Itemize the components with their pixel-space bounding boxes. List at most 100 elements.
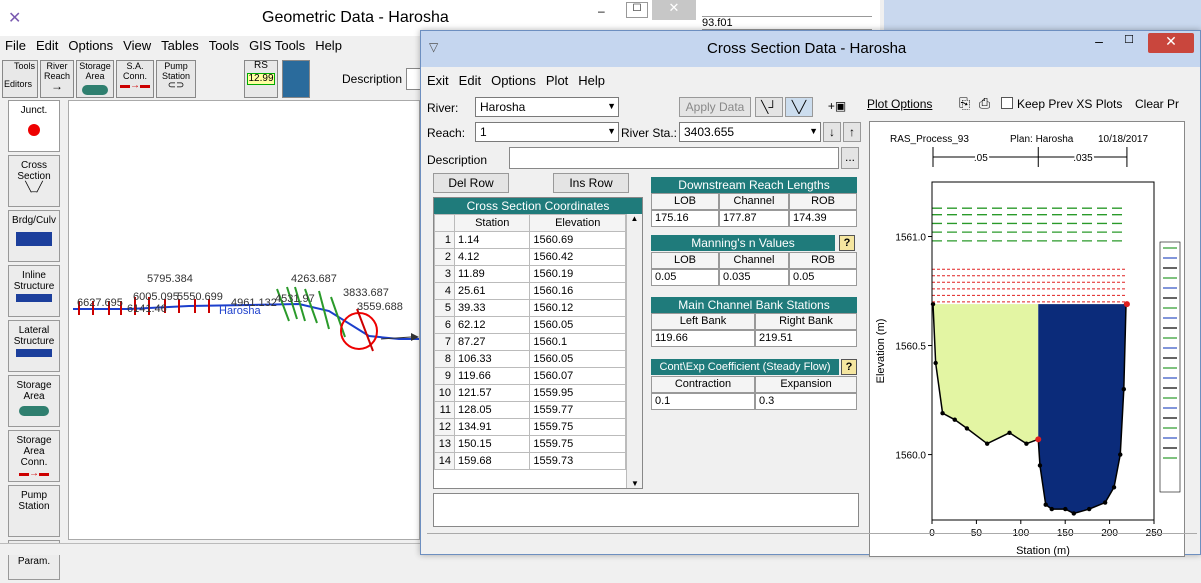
- station-cell[interactable]: 25.61: [453, 282, 531, 300]
- menu-exit[interactable]: Exit: [427, 73, 449, 88]
- elevation-cell[interactable]: 1559.75: [529, 418, 626, 436]
- storage-area-button[interactable]: Storage Area: [76, 60, 114, 98]
- window-menu-icon[interactable]: ▽: [429, 40, 438, 54]
- close-button[interactable]: ✕: [652, 0, 696, 20]
- menu-options[interactable]: Options: [68, 38, 113, 53]
- table-row[interactable]: 8 106.33 1560.05: [434, 350, 626, 368]
- editors-tools-button[interactable]: Tools Editors: [2, 60, 38, 98]
- station-cell[interactable]: 39.33: [453, 299, 531, 317]
- elevation-cell[interactable]: 1560.19: [529, 265, 626, 283]
- table-row[interactable]: 10 121.57 1559.95: [434, 384, 626, 402]
- junction-tool[interactable]: Junct.: [8, 100, 60, 152]
- menu-edit[interactable]: Edit: [36, 38, 58, 53]
- table-row[interactable]: 4 25.61 1560.16: [434, 282, 626, 300]
- pump-station-tool[interactable]: Pump Station: [8, 485, 60, 537]
- menu-file[interactable]: File: [5, 38, 26, 53]
- plot-xs-icon[interactable]: ╲╱: [785, 97, 813, 117]
- plot-options-link[interactable]: Plot Options: [867, 97, 932, 111]
- river-select[interactable]: Harosha ▼: [475, 97, 619, 117]
- expansion-input[interactable]: 0.3: [755, 393, 857, 410]
- lateral-structure-tool[interactable]: Lateral Structure: [8, 320, 60, 372]
- ins-row-button[interactable]: Ins Row: [553, 173, 629, 193]
- contraction-input[interactable]: 0.1: [651, 393, 755, 410]
- table-row[interactable]: 9 119.66 1560.07: [434, 367, 626, 385]
- table-row[interactable]: 14 159.68 1559.73: [434, 452, 626, 470]
- station-cell[interactable]: 1.14: [453, 231, 531, 249]
- elevation-cell[interactable]: 1560.16: [529, 282, 626, 300]
- table-row[interactable]: 2 4.12 1560.42: [434, 248, 626, 266]
- minimize-button[interactable]: –: [598, 4, 605, 24]
- elevation-cell[interactable]: 1559.73: [529, 452, 626, 470]
- ds-lob-input[interactable]: 175.16: [651, 210, 719, 227]
- description-more-button[interactable]: ...: [841, 147, 859, 169]
- copy-icon[interactable]: ⎘: [959, 95, 970, 112]
- keep-prev-checkbox[interactable]: [1001, 97, 1013, 109]
- storage-area-conn-tool[interactable]: Storage Area Conn. ▬→▬: [8, 430, 60, 482]
- ds-rob-input[interactable]: 174.39: [789, 210, 857, 227]
- xs-menu-options[interactable]: Options: [491, 73, 536, 88]
- elevation-cell[interactable]: 1559.75: [529, 435, 626, 453]
- scroll-down-icon[interactable]: ▼: [627, 479, 643, 488]
- table-scrollbar[interactable]: ▲ ▼: [626, 214, 642, 488]
- table-row[interactable]: 12 134.91 1559.75: [434, 418, 626, 436]
- apply-data-button[interactable]: Apply Data: [679, 97, 751, 117]
- pump-station-button[interactable]: Pump Station ⊂⊃: [156, 60, 196, 98]
- n-lob-input[interactable]: 0.05: [651, 269, 719, 286]
- add-photo-icon[interactable]: +▣: [817, 97, 857, 117]
- river-sta-select[interactable]: 3403.655 ▼: [679, 122, 821, 142]
- station-cell[interactable]: 159.68: [453, 452, 531, 470]
- table-row[interactable]: 7 87.27 1560.1: [434, 333, 626, 351]
- table-row[interactable]: 13 150.15 1559.75: [434, 435, 626, 453]
- station-cell[interactable]: 119.66: [453, 367, 531, 385]
- station-cell[interactable]: 87.27: [453, 333, 531, 351]
- station-cell[interactable]: 62.12: [453, 316, 531, 334]
- elevation-cell[interactable]: 1560.69: [529, 231, 626, 249]
- station-cell[interactable]: 11.89: [453, 265, 531, 283]
- geometry-map-view[interactable]: 5795.384 6627.695 6005.095 5550.699 4961…: [68, 100, 420, 540]
- xs-close-button[interactable]: ✕: [1148, 33, 1194, 53]
- print-icon[interactable]: ⎙: [979, 95, 990, 112]
- next-station-up-button[interactable]: ↑: [843, 122, 861, 142]
- cross-section-plot[interactable]: RAS_Process_93 Plan: Harosha 10/18/2017 .05…: [869, 121, 1185, 557]
- station-cell[interactable]: 150.15: [453, 435, 531, 453]
- xs-menu-help[interactable]: Help: [578, 73, 605, 88]
- menu-gis-tools[interactable]: GIS Tools: [249, 38, 305, 53]
- n-channel-input[interactable]: 0.035: [719, 269, 789, 286]
- scroll-up-icon[interactable]: ▲: [627, 214, 642, 223]
- cross-section-coordinates-table[interactable]: Cross Section Coordinates Station Elevat…: [433, 197, 643, 489]
- bridge-culvert-tool[interactable]: Brdg/Culv: [8, 210, 60, 262]
- table-row[interactable]: 11 128.05 1559.77: [434, 401, 626, 419]
- xs-maximize-button[interactable]: ☐: [1116, 33, 1142, 53]
- station-cell[interactable]: 4.12: [453, 248, 531, 266]
- next-station-down-button[interactable]: ↓: [823, 122, 841, 142]
- sa-conn-button[interactable]: S.A. Conn. ▬→▬: [116, 60, 154, 98]
- station-cell[interactable]: 106.33: [453, 350, 531, 368]
- menu-tools[interactable]: Tools: [209, 38, 239, 53]
- plot-wse-icon[interactable]: ╲┘: [755, 97, 783, 117]
- storage-area-tool[interactable]: Storage Area: [8, 375, 60, 427]
- station-cell[interactable]: 128.05: [453, 401, 531, 419]
- elevation-cell[interactable]: 1560.42: [529, 248, 626, 266]
- menu-view[interactable]: View: [123, 38, 151, 53]
- map-layer-icon[interactable]: [282, 60, 310, 98]
- table-row[interactable]: 1 1.14 1560.69: [434, 231, 626, 249]
- manning-help-icon[interactable]: ?: [839, 235, 855, 251]
- right-bank-input[interactable]: 219.51: [755, 330, 857, 347]
- coef-help-icon[interactable]: ?: [841, 359, 857, 375]
- xs-minimize-button[interactable]: –: [1086, 33, 1112, 53]
- elevation-cell[interactable]: 1559.95: [529, 384, 626, 402]
- rs-button[interactable]: RS 12.99: [244, 60, 278, 98]
- table-row[interactable]: 5 39.33 1560.12: [434, 299, 626, 317]
- clear-prev-button[interactable]: Clear Pr: [1135, 97, 1179, 111]
- river-reach-button[interactable]: River Reach →: [40, 60, 74, 98]
- elevation-cell[interactable]: 1560.1: [529, 333, 626, 351]
- n-rob-input[interactable]: 0.05: [789, 269, 857, 286]
- reach-select[interactable]: 1 ▼: [475, 122, 619, 142]
- table-row[interactable]: 3 11.89 1560.19: [434, 265, 626, 283]
- elevation-cell[interactable]: 1560.07: [529, 367, 626, 385]
- elevation-cell[interactable]: 1560.05: [529, 316, 626, 334]
- xs-menu-edit[interactable]: Edit: [459, 73, 481, 88]
- coords-grid[interactable]: Station Elevation 1 1.14 1560.69 2 4.12 1560.…: [434, 214, 626, 470]
- maximize-button[interactable]: ☐: [626, 2, 648, 18]
- del-row-button[interactable]: Del Row: [433, 173, 509, 193]
